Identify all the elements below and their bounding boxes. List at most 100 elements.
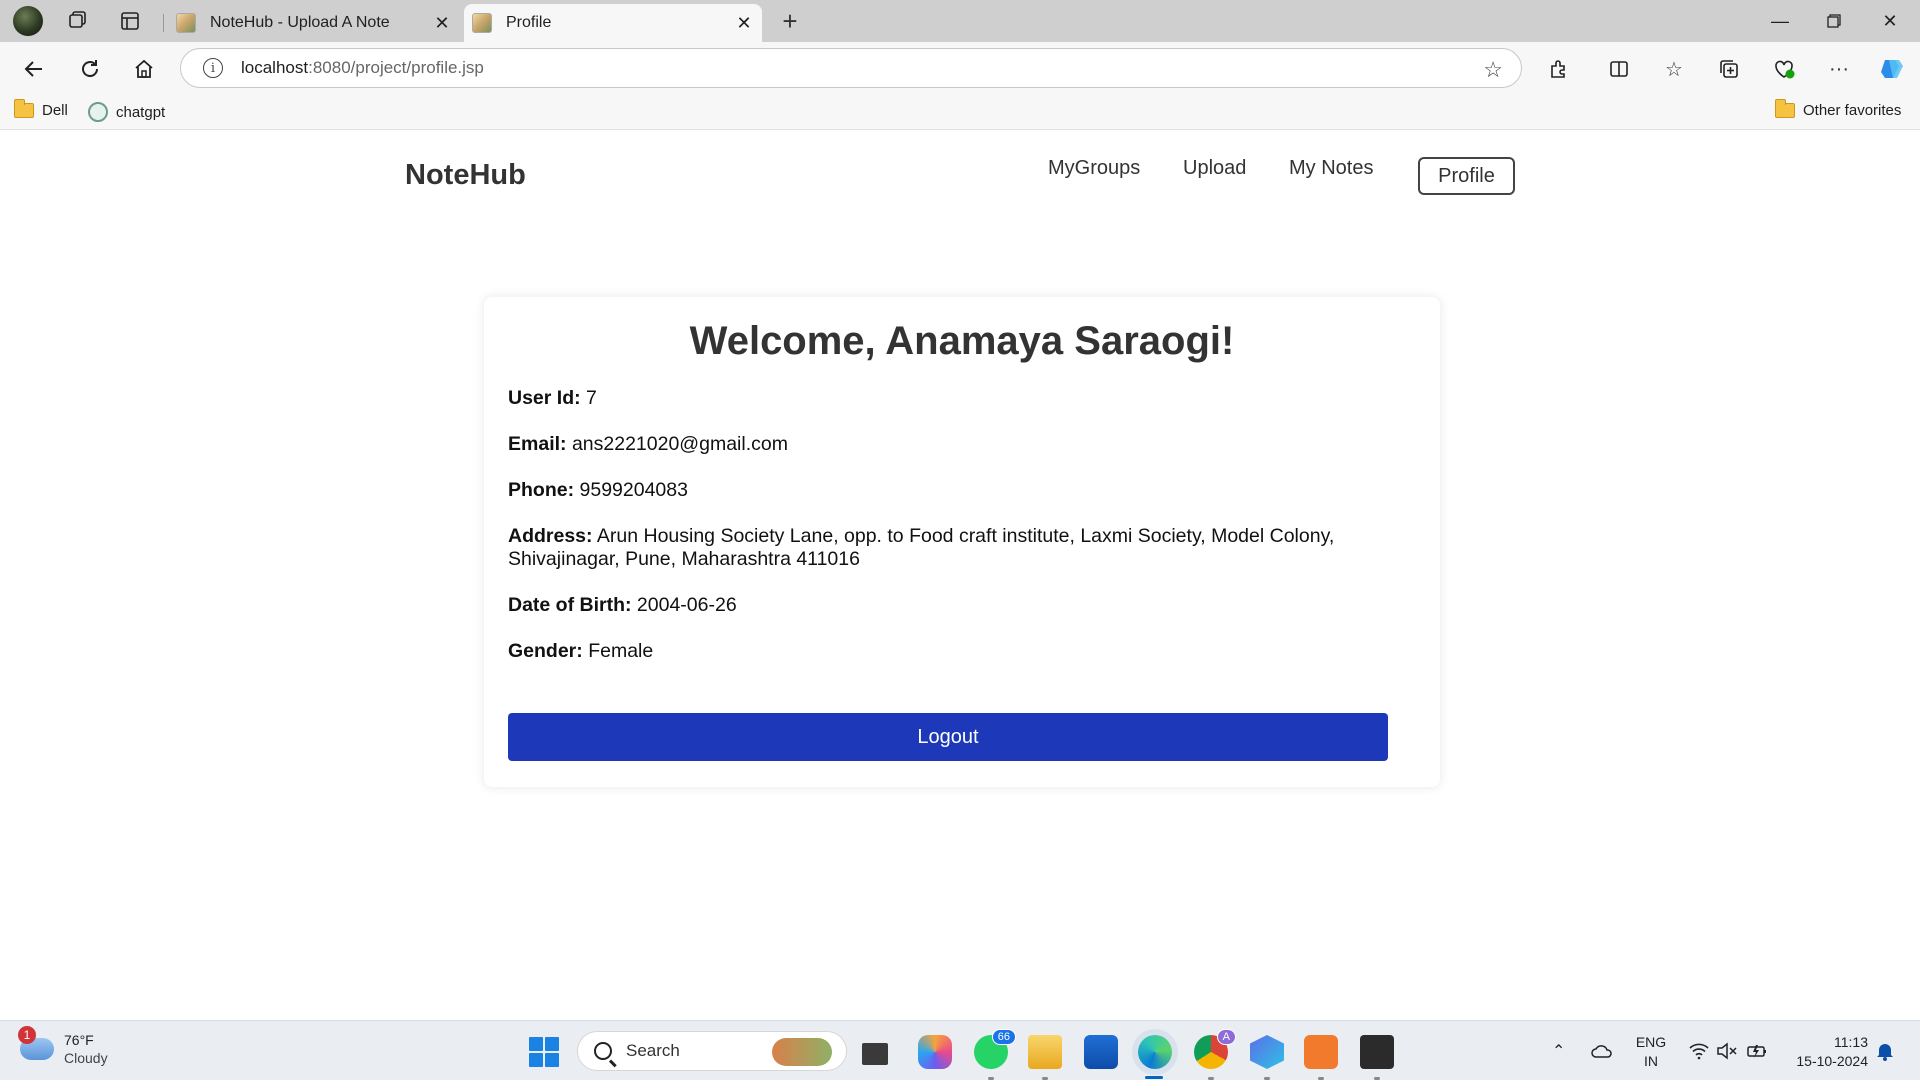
- folder-icon: [1775, 99, 1795, 118]
- folder-icon: [14, 99, 34, 118]
- chrome-profile-badge: A: [1216, 1029, 1236, 1045]
- whatsapp-icon[interactable]: 66: [974, 1029, 1016, 1069]
- search-icon: [594, 1042, 612, 1060]
- settings-more-icon[interactable]: ···: [1825, 55, 1853, 83]
- language-indicator[interactable]: ENG IN: [1634, 1033, 1668, 1071]
- minimize-icon[interactable]: —: [1752, 0, 1808, 42]
- field-date-of-birth: Date of Birth: 2004-06-26: [508, 594, 1408, 617]
- field-user-id: User Id: 7: [508, 387, 1408, 410]
- refresh-icon[interactable]: [72, 51, 108, 87]
- collections-icon[interactable]: [1715, 55, 1743, 83]
- lang-line1: ENG: [1635, 1034, 1667, 1050]
- clock-date: 15-10-2024: [1796, 1053, 1868, 1069]
- close-tab-icon[interactable]: ✕: [428, 9, 456, 37]
- nav-link-upload[interactable]: Upload: [1183, 157, 1246, 180]
- copilot-app-icon[interactable]: [918, 1035, 952, 1069]
- bookmark-chatgpt[interactable]: chatgpt: [88, 102, 165, 122]
- terminal-icon[interactable]: [1360, 1035, 1394, 1069]
- windows-taskbar: 1 76°F Cloudy Search 66 A ⌃ ENG IN 11:13…: [0, 1020, 1920, 1080]
- page-viewport: NoteHub MyGroups Upload My Notes Profile…: [5, 135, 1915, 1015]
- whatsapp-badge: 66: [991, 1029, 1016, 1045]
- extensions-icon[interactable]: [1545, 55, 1573, 83]
- browser-toolbar: i localhost:8080/project/profile.jsp ☆ ☆…: [0, 42, 1920, 94]
- address-bar[interactable]: i localhost:8080/project/profile.jsp ☆: [180, 48, 1522, 88]
- field-label: Date of Birth:: [508, 594, 632, 616]
- field-label: Email:: [508, 433, 567, 455]
- system-clock[interactable]: 11:13 15-10-2024: [1788, 1033, 1868, 1071]
- field-label: Address:: [508, 525, 593, 547]
- weather-condition: Cloudy: [64, 1050, 108, 1066]
- lang-line2: IN: [1644, 1053, 1658, 1069]
- task-view-icon[interactable]: [862, 1043, 888, 1065]
- notification-bell-icon[interactable]: [1876, 1021, 1894, 1080]
- nav-link-profile[interactable]: Profile: [1418, 157, 1515, 195]
- bookmarks-bar: Dell chatgpt Other favorites: [0, 94, 1920, 130]
- microsoft-store-icon[interactable]: [1084, 1035, 1118, 1069]
- chrome-icon[interactable]: A: [1194, 1029, 1236, 1069]
- restore-icon[interactable]: [1806, 0, 1862, 42]
- volume-muted-icon[interactable]: [1716, 1021, 1738, 1080]
- field-phone: Phone: 9599204083: [508, 479, 1408, 502]
- bookmark-label: chatgpt: [116, 103, 166, 121]
- battery-charging-icon[interactable]: [1746, 1021, 1770, 1080]
- notification-badge: 1: [18, 1026, 36, 1044]
- tab-title: Profile: [506, 14, 552, 31]
- tab-profile[interactable]: Profile ✕: [464, 4, 762, 42]
- bookmark-other-favorites[interactable]: Other favorites: [1775, 99, 1902, 119]
- field-value: 7: [586, 387, 597, 409]
- tab-title: NoteHub - Upload A Note: [210, 14, 390, 31]
- logout-button[interactable]: Logout: [508, 713, 1388, 761]
- weather-temp: 76°F: [64, 1032, 94, 1048]
- avatar-image: [13, 6, 43, 36]
- taskbar-search[interactable]: Search: [577, 1031, 847, 1071]
- nav-link-mygroups[interactable]: MyGroups: [1048, 157, 1140, 180]
- wifi-icon[interactable]: [1688, 1021, 1710, 1080]
- xampp-icon[interactable]: [1304, 1035, 1338, 1069]
- field-label: Phone:: [508, 479, 575, 501]
- copilot-icon[interactable]: [1878, 55, 1906, 83]
- close-window-icon[interactable]: ✕: [1862, 0, 1918, 42]
- field-email: Email: ans2221020@gmail.com: [508, 433, 1408, 456]
- field-label: Gender:: [508, 640, 583, 662]
- field-value: 9599204083: [579, 479, 688, 501]
- back-icon[interactable]: [16, 51, 52, 87]
- welcome-heading: Welcome, Anamaya Saraogi!: [689, 319, 1235, 363]
- search-label: Search: [626, 1041, 680, 1060]
- start-windows-icon[interactable]: [527, 1035, 561, 1069]
- split-screen-icon[interactable]: [1605, 55, 1633, 83]
- close-tab-icon[interactable]: ✕: [730, 9, 758, 37]
- workspaces-icon[interactable]: [62, 5, 94, 37]
- onedrive-cloud-icon[interactable]: [1590, 1021, 1614, 1080]
- browser-essentials-icon[interactable]: [1770, 55, 1798, 83]
- tab-separator: [163, 14, 164, 32]
- weather-widget[interactable]: 1 76°F Cloudy: [18, 1026, 108, 1067]
- cloud-icon: 1: [18, 1026, 54, 1060]
- tab-upload-note[interactable]: NoteHub - Upload A Note ✕: [168, 4, 460, 42]
- site-info-icon[interactable]: i: [203, 58, 223, 78]
- site-logo[interactable]: NoteHub: [405, 159, 526, 192]
- field-address: Address: Arun Housing Society Lane, opp.…: [508, 525, 1408, 571]
- new-tab-icon[interactable]: +: [775, 6, 805, 36]
- field-value: Arun Housing Society Lane, opp. to Food …: [508, 525, 1335, 570]
- profile-avatar[interactable]: [12, 5, 44, 37]
- field-label: User Id:: [508, 387, 581, 409]
- vertical-tabs-icon[interactable]: [114, 5, 146, 37]
- favorites-icon[interactable]: ☆: [1660, 55, 1688, 83]
- field-gender: Gender: Female: [508, 640, 1408, 663]
- bookmark-label: Other favorites: [1803, 102, 1902, 119]
- active-app-indicator: [1145, 1076, 1163, 1079]
- search-highlight-icon: [772, 1038, 832, 1066]
- site-favicon-icon: [472, 13, 492, 33]
- bookmark-dell[interactable]: Dell: [14, 99, 68, 119]
- bookmark-label: Dell: [42, 102, 68, 119]
- url-host: localhost: [241, 58, 309, 77]
- show-hidden-icons-chevron-icon[interactable]: ⌃: [1552, 1021, 1565, 1080]
- dev-tool-icon[interactable]: [1250, 1035, 1284, 1069]
- field-value: ans2221020@gmail.com: [571, 433, 788, 455]
- favorite-star-icon[interactable]: ☆: [1483, 57, 1503, 83]
- file-explorer-icon[interactable]: [1028, 1035, 1062, 1069]
- site-favicon-icon: [176, 13, 196, 33]
- home-icon[interactable]: [126, 51, 162, 87]
- nav-link-my-notes[interactable]: My Notes: [1289, 157, 1373, 180]
- edge-icon[interactable]: [1138, 1035, 1172, 1069]
